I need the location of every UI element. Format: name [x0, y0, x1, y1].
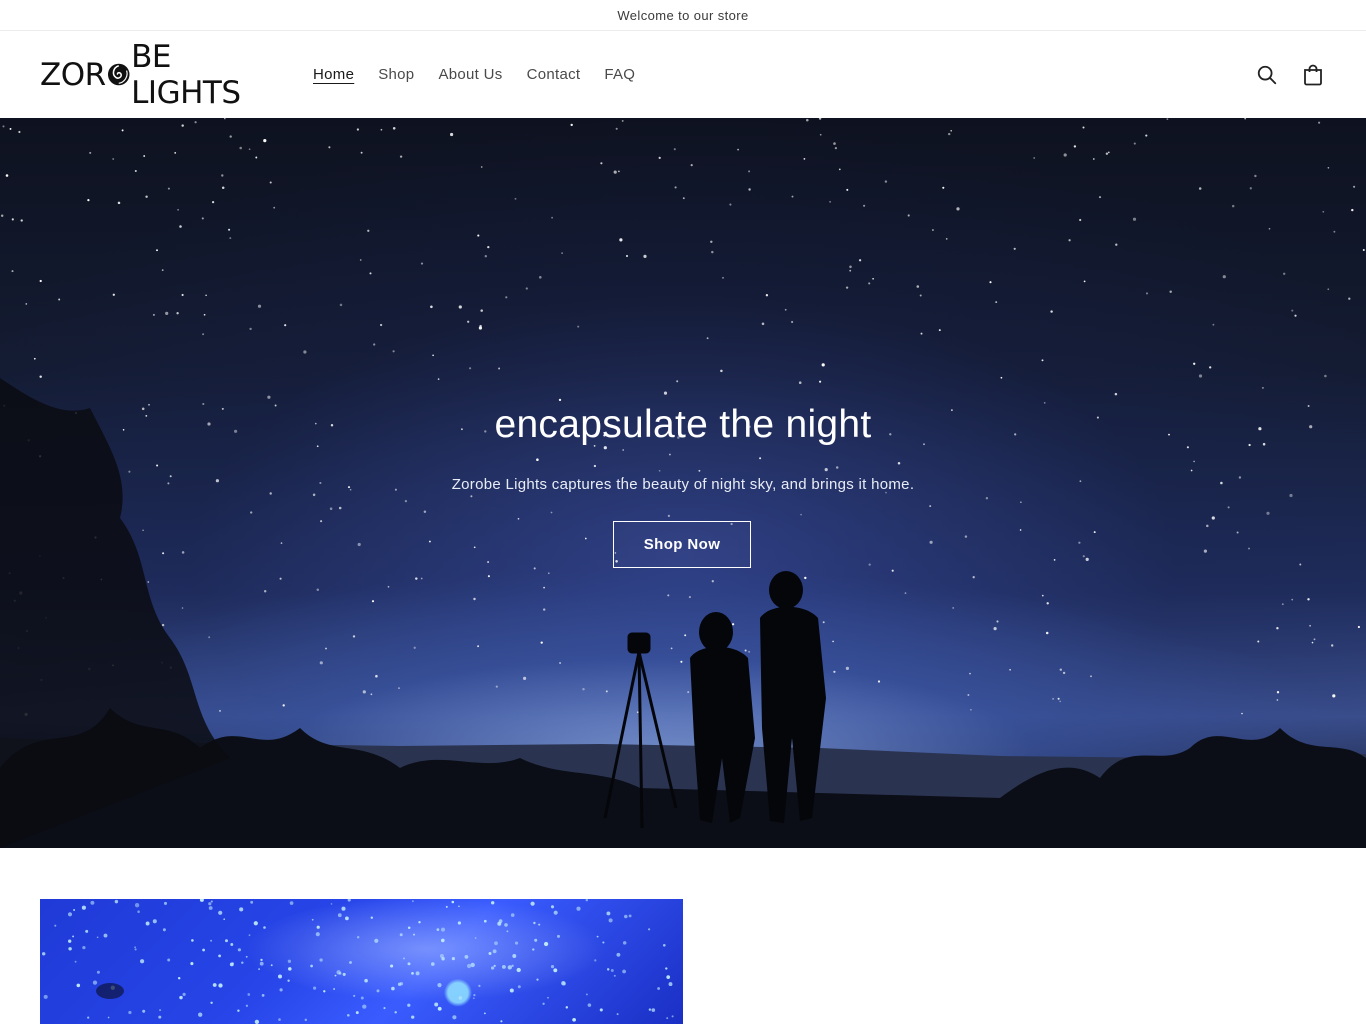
hero-title: encapsulate the night	[494, 403, 872, 446]
nav-faq[interactable]: FAQ	[604, 66, 635, 86]
nav-contact[interactable]: Contact	[527, 66, 581, 86]
projected-stars-image	[41, 899, 674, 1024]
hero-banner: encapsulate the night Zorobe Lights capt…	[0, 118, 1366, 848]
logo[interactable]: ZOR BE LIGHTS	[40, 39, 280, 111]
cart-icon[interactable]	[1300, 62, 1326, 88]
hero-content: encapsulate the night Zorobe Lights capt…	[0, 118, 1366, 848]
star-projector-image	[40, 899, 683, 1024]
logo-text-end: BE LIGHTS	[131, 38, 241, 111]
hero-subtitle: Zorobe Lights captures the beauty of nig…	[451, 476, 915, 493]
nav-about-us[interactable]: About Us	[438, 66, 502, 86]
header-actions	[1254, 62, 1326, 88]
main-nav: Home Shop About Us Contact FAQ	[313, 66, 635, 86]
swirl-logo-icon	[107, 63, 130, 86]
nav-shop[interactable]: Shop	[378, 66, 414, 86]
shop-now-button[interactable]: Shop Now	[613, 521, 751, 568]
announcement-bar: Welcome to our store	[0, 0, 1366, 31]
logo-text-start: ZOR	[40, 56, 106, 93]
search-icon[interactable]	[1254, 62, 1280, 88]
site-header: ZOR BE LIGHTS Home Shop About Us Contact…	[0, 31, 1366, 118]
nav-home[interactable]: Home	[313, 66, 354, 86]
announcement-text: Welcome to our store	[617, 7, 749, 23]
